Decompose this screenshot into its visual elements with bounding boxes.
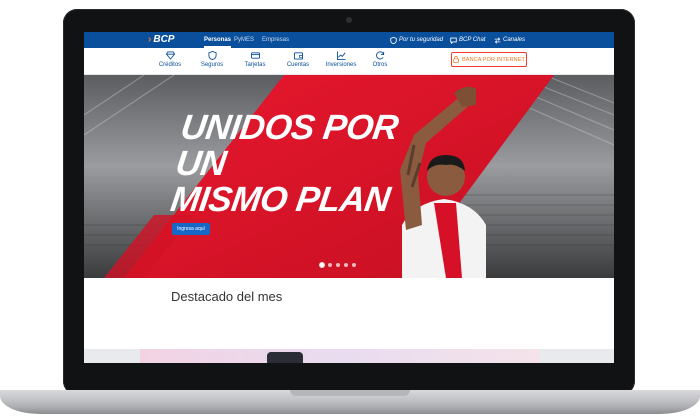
carousel-dot[interactable]	[328, 263, 332, 267]
featured-preview-image[interactable]	[140, 349, 540, 363]
top-bar: › BCP Personas PyMES Empresas Por tu seg…	[84, 32, 614, 48]
nav-item-label: Tarjetas	[244, 62, 266, 68]
nav-item-creditos[interactable]: Créditos	[148, 51, 192, 69]
nav-item-cuentas[interactable]: Cuentas	[276, 51, 320, 69]
hero-banner[interactable]: UNIDOS POR UN MISMO PLAN Ingresa aquí	[84, 75, 614, 278]
banca-button-label: BANCA POR INTERNET	[462, 56, 525, 63]
bcp-logo[interactable]: › BCP	[148, 34, 174, 46]
hero-headline-line2: MISMO PLAN	[168, 180, 393, 219]
logo-text: BCP	[153, 34, 175, 45]
nav-item-otros[interactable]: Otros	[358, 51, 402, 69]
logo-chevron-icon: ›	[148, 34, 152, 45]
wallet-icon	[293, 52, 303, 60]
security-link[interactable]: Por tu seguridad	[390, 35, 443, 45]
segment-tab-empresas[interactable]: Empresas	[262, 35, 289, 45]
segment-tab-pymes[interactable]: PyMES	[234, 35, 254, 45]
carousel-dot[interactable]	[344, 263, 348, 267]
nav-item-label: Créditos	[158, 62, 182, 68]
featured-preview-strip	[84, 349, 614, 363]
shield-icon	[390, 36, 397, 44]
shield-icon	[207, 51, 217, 60]
carousel-dot[interactable]	[336, 263, 340, 267]
chart-icon	[336, 51, 346, 60]
nav-item-label: Seguros	[200, 62, 224, 68]
segment-tab-personas[interactable]: Personas	[204, 35, 232, 48]
carousel-dot[interactable]	[320, 263, 324, 267]
nav-item-label: Cuentas	[286, 62, 310, 68]
nav-item-label: Inversiones	[325, 62, 357, 68]
lock-icon	[453, 56, 459, 63]
swap-icon	[494, 36, 501, 44]
chat-link-label: BCP Chat	[459, 37, 486, 43]
channels-link[interactable]: Canales	[494, 35, 525, 45]
hero-headline-line1: UNIDOS POR UN	[173, 108, 401, 183]
featured-title: Destacado del mes	[171, 289, 283, 304]
phone-image	[267, 352, 303, 363]
banca-por-internet-button[interactable]: BANCA POR INTERNET	[451, 52, 527, 67]
laptop-notch	[290, 390, 410, 396]
nav-item-inversiones[interactable]: Inversiones	[319, 51, 363, 69]
chat-link[interactable]: BCP Chat	[450, 35, 485, 45]
card-icon	[250, 52, 260, 59]
nav-item-tarjetas[interactable]: Tarjetas	[233, 51, 277, 69]
carousel-indicators	[320, 263, 356, 267]
camera-icon	[346, 17, 352, 23]
hero-headline: UNIDOS POR UN MISMO PLAN	[168, 108, 403, 219]
carousel-dot[interactable]	[352, 263, 356, 267]
channels-link-label: Canales	[503, 37, 526, 43]
hero-cta-button[interactable]: Ingresa aquí	[172, 223, 210, 235]
laptop-frame: › BCP Personas PyMES Empresas Por tu seg…	[0, 0, 700, 420]
browser-screen: › BCP Personas PyMES Empresas Por tu seg…	[84, 32, 614, 363]
security-link-label: Por tu seguridad	[399, 37, 444, 43]
nav-item-seguros[interactable]: Seguros	[190, 51, 234, 69]
refresh-icon	[375, 51, 384, 60]
product-nav: Créditos Seguros Tarjetas Cuentas Invers…	[84, 48, 614, 75]
chat-icon	[450, 37, 457, 44]
nav-item-label: Otros	[372, 62, 388, 68]
diamond-icon	[165, 51, 175, 60]
